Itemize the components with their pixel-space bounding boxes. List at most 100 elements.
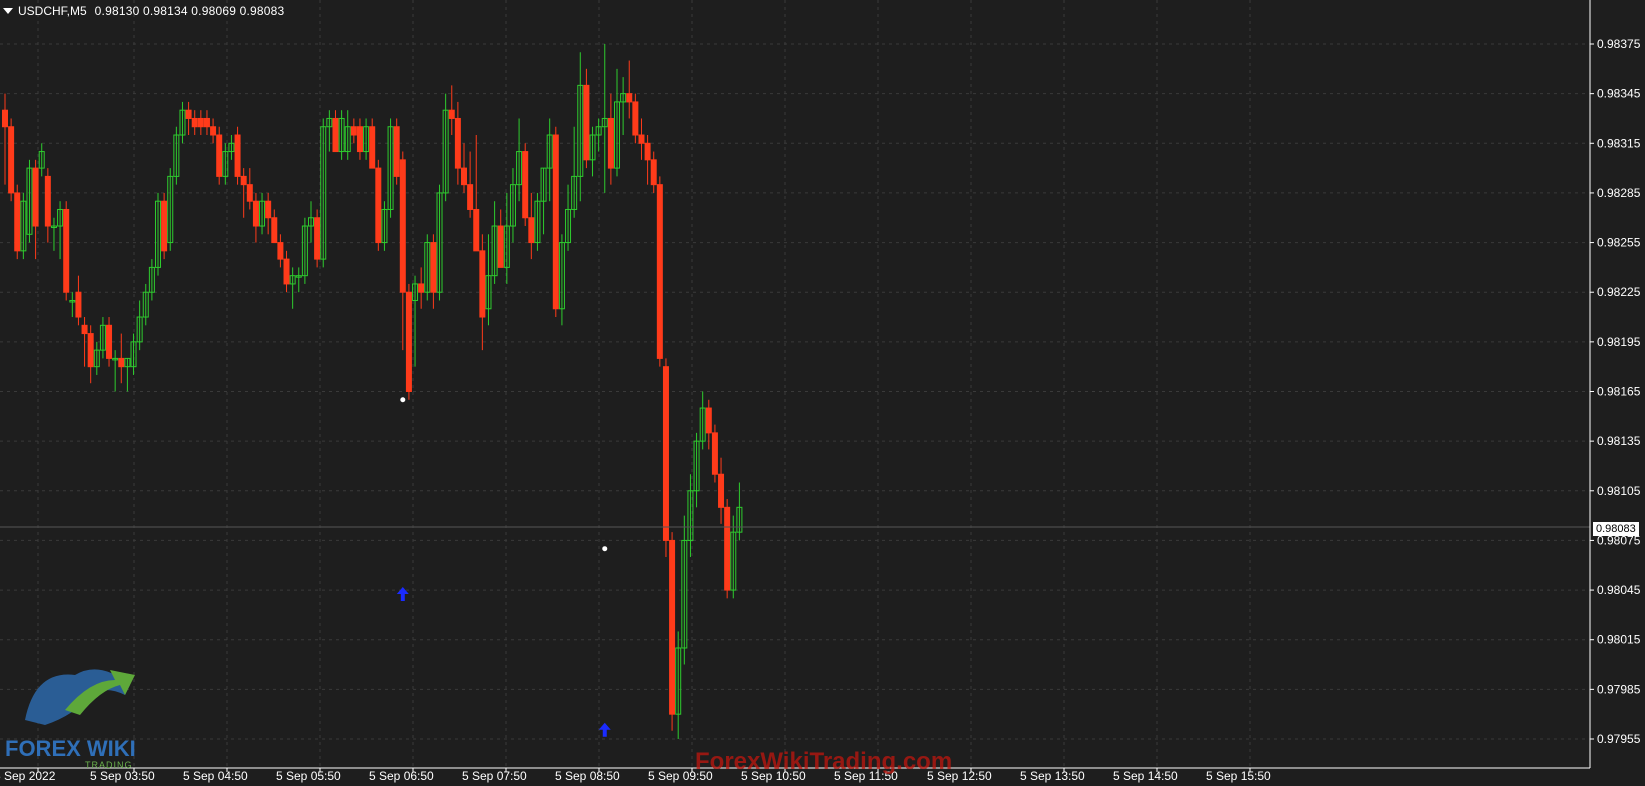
time-tick-label: 5 Sep 05:50 — [276, 769, 341, 783]
candle-body — [418, 283, 425, 293]
candle-body — [656, 184, 663, 359]
candle-body — [644, 142, 651, 161]
candle-body — [216, 134, 223, 177]
logo-text: FOREX WIKI — [5, 736, 136, 761]
candle-body — [705, 407, 712, 434]
price-tick-label: 0.98225 — [1597, 285, 1641, 299]
price-tick-label: 0.98105 — [1597, 484, 1641, 498]
time-tick-label: 5 Sep 13:50 — [1020, 769, 1085, 783]
price-tick-label: 0.98195 — [1597, 335, 1641, 349]
time-tick-label: 5 Sep 07:50 — [462, 769, 527, 783]
candle-body — [44, 175, 51, 227]
symbol-header[interactable]: USDCHF,M5 0.98130 0.98134 0.98069 0.9808… — [0, 3, 284, 19]
candle-body — [650, 159, 657, 186]
ohlc-quote: 0.98130 0.98134 0.98069 0.98083 — [94, 4, 285, 18]
candle-body — [607, 117, 614, 169]
candle-body — [2, 109, 8, 128]
candle-body — [265, 200, 272, 219]
current-price-tag: 0.98083 — [1593, 522, 1639, 536]
buy-arrow-icon — [598, 722, 611, 737]
time-tick-label: 5 Sep 14:50 — [1113, 769, 1178, 783]
price-tick-label: 0.98045 — [1597, 583, 1641, 597]
candle-body — [161, 200, 168, 252]
candle-body — [522, 151, 529, 219]
buy-arrow-icon — [396, 587, 409, 602]
bull-bear-logo-icon — [25, 669, 135, 725]
candle-body — [87, 333, 94, 368]
candle-body — [350, 126, 357, 136]
candle-body — [638, 134, 645, 144]
candle-body — [528, 217, 535, 244]
candle-body — [724, 506, 731, 591]
candle-body — [234, 134, 241, 177]
price-tick-label: 0.98375 — [1597, 37, 1641, 51]
candle-body — [118, 357, 125, 368]
candle-body — [479, 250, 486, 318]
candle-body — [467, 184, 474, 210]
candle-body — [75, 291, 82, 318]
candle-body — [240, 175, 247, 186]
price-chart[interactable]: 0.98375 0.98345 0.98315 0.98285 0.98255 0.982… — [0, 0, 1645, 786]
signal-dot — [400, 397, 406, 403]
candle-body — [271, 217, 278, 244]
candle-body — [552, 134, 559, 310]
candle-body — [81, 324, 88, 335]
candle-body — [246, 184, 253, 202]
candle-body — [375, 167, 382, 244]
candle-body — [497, 225, 504, 268]
time-tick-label: 5 Sep 15:50 — [1206, 769, 1271, 783]
candle-body — [191, 117, 198, 128]
time-axis: 5 Sep 2022 5 Sep 03:50 5 Sep 04:50 5 Sep 05… — [0, 768, 1271, 783]
candle-body — [14, 192, 21, 252]
logo-subtext: TRADING — [85, 760, 133, 770]
candle-body — [711, 432, 718, 475]
candle-body — [454, 117, 461, 169]
candle-body — [461, 167, 467, 186]
candle-body — [448, 109, 455, 119]
price-tick-label: 0.98315 — [1597, 136, 1641, 150]
candle-body — [626, 93, 633, 103]
candle-body — [669, 539, 676, 715]
time-tick-label: 5 Sep 06:50 — [369, 769, 434, 783]
candle-body — [332, 117, 339, 153]
candle-body — [632, 101, 639, 136]
chart-grid — [0, 0, 1590, 768]
candle-body — [430, 242, 437, 293]
candle-body — [106, 324, 113, 359]
candle-body — [63, 208, 70, 293]
candle-body — [185, 109, 192, 119]
dropdown-triangle-icon[interactable] — [3, 8, 13, 14]
price-tick-label: 0.97955 — [1597, 732, 1641, 746]
price-axis: 0.98375 0.98345 0.98315 0.98285 0.98255 0.982… — [1590, 37, 1641, 746]
forex-wiki-logo: FOREX WIKI TRADING — [5, 640, 155, 775]
candle-body — [718, 473, 725, 508]
time-tick-label: 5 Sep 04:50 — [183, 769, 248, 783]
candle-body — [405, 291, 412, 393]
candle-body — [277, 242, 284, 260]
candle-body — [356, 126, 363, 153]
candle-body — [314, 217, 321, 260]
candle-body — [369, 126, 376, 169]
price-tick-label: 0.98285 — [1597, 186, 1641, 200]
signal-dot — [602, 546, 608, 552]
signals-layer — [396, 397, 611, 737]
candle-body — [283, 258, 290, 285]
price-tick-label: 0.97985 — [1597, 682, 1641, 696]
candle-body — [197, 117, 204, 128]
price-tick-label: 0.98135 — [1597, 434, 1641, 448]
candle-body — [252, 200, 259, 227]
watermark: ForexWikiTrading.com — [695, 748, 953, 775]
candle-body — [8, 126, 15, 194]
symbol-label: USDCHF,M5 — [18, 4, 87, 18]
price-tick-label: 0.98165 — [1597, 385, 1641, 399]
candle-body — [583, 84, 590, 161]
price-tick-label: 0.98015 — [1597, 633, 1641, 647]
price-tick-label: 0.98255 — [1597, 236, 1641, 250]
time-tick-label: 5 Sep 08:50 — [555, 769, 620, 783]
candle-body — [473, 208, 480, 252]
price-tick-label: 0.98345 — [1597, 87, 1641, 101]
candle-body — [210, 126, 217, 136]
candle-body — [393, 126, 400, 177]
candle-body — [399, 159, 406, 293]
candle-body — [32, 167, 39, 227]
